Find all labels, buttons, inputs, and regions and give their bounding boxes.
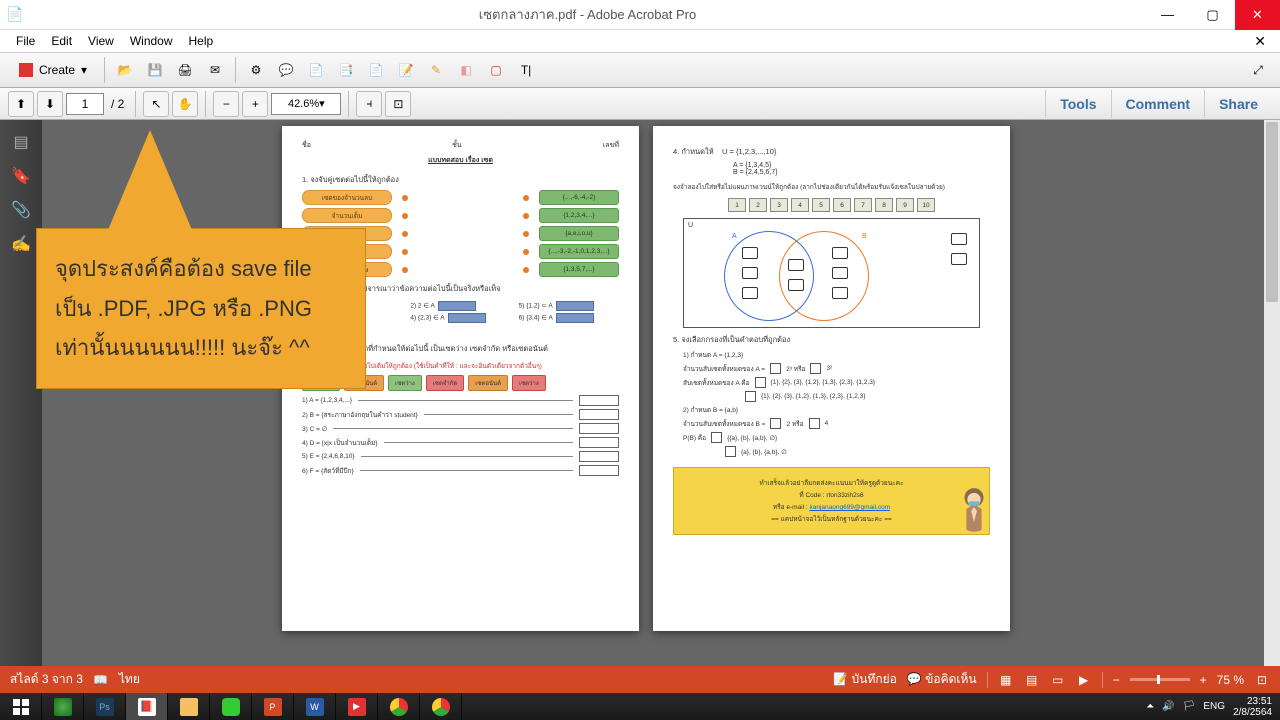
eraser-icon[interactable]: ◧ bbox=[452, 56, 480, 84]
tray-expand-icon[interactable]: ⏶ bbox=[1146, 701, 1154, 712]
signature-icon[interactable]: ✍ bbox=[11, 234, 31, 254]
tray-flag-icon[interactable]: 🏳 bbox=[1183, 701, 1196, 712]
acrobat-icon: 📄 bbox=[0, 0, 30, 30]
menu-view[interactable]: View bbox=[80, 32, 122, 50]
taskbar-photoshop-icon[interactable]: Ps bbox=[84, 693, 126, 720]
taskbar-line-icon[interactable] bbox=[210, 693, 252, 720]
hand-tool-icon[interactable]: ✋ bbox=[172, 91, 198, 117]
page-up-button[interactable]: ⬆ bbox=[8, 91, 34, 117]
pdf-page-2: 4. กำหนดให้ U = {1,2,3,...,10} A = {1,3,… bbox=[653, 126, 1010, 631]
menu-help[interactable]: Help bbox=[181, 32, 222, 50]
taskbar-chrome-icon-2[interactable] bbox=[420, 693, 462, 720]
expand-icon[interactable]: ⤢ bbox=[1244, 56, 1272, 84]
tray-lang[interactable]: ENG bbox=[1203, 701, 1225, 712]
tools-panel-link[interactable]: Tools bbox=[1045, 90, 1110, 118]
tool-icon-2[interactable]: 📑 bbox=[332, 56, 360, 84]
email-button[interactable]: ✉ bbox=[201, 56, 229, 84]
menu-file[interactable]: File bbox=[8, 32, 43, 50]
comment-tool-icon[interactable]: 💬 bbox=[272, 56, 300, 84]
dropdown-icon: ▾ bbox=[81, 63, 87, 77]
taskbar-explorer-icon[interactable] bbox=[168, 693, 210, 720]
document-area: ▤ 🔖 📎 ✍ ชื่อ ชั้น เลขที่ แบบทดสอบ เรื่อง… bbox=[0, 120, 1280, 666]
start-button[interactable] bbox=[0, 693, 42, 720]
page-down-button[interactable]: ⬇ bbox=[37, 91, 63, 117]
spell-icon[interactable]: 📖 bbox=[93, 672, 109, 688]
instruction-box: ทำเสร็จแล้วอย่าลืมกดส่งคะแนนมาให้ครูดูด้… bbox=[673, 467, 990, 535]
create-button[interactable]: Create ▾ bbox=[8, 56, 98, 84]
zoom-level-select[interactable]: 42.6% ▾ bbox=[271, 93, 341, 115]
view-slideshow-icon[interactable]: ▶ bbox=[1076, 672, 1092, 688]
tool-icon-1[interactable]: 📄 bbox=[302, 56, 330, 84]
zoom-percent[interactable]: 75 % bbox=[1217, 673, 1244, 687]
create-icon bbox=[19, 63, 33, 77]
tray-clock[interactable]: 23:51 2/8/2564 bbox=[1233, 696, 1272, 718]
taskbar-word-icon[interactable]: W bbox=[294, 693, 336, 720]
annotation-callout: จุดประสงค์คือต้อง save file เป็น .PDF, .… bbox=[36, 228, 366, 389]
fit-width-icon[interactable]: ⫞ bbox=[356, 91, 382, 117]
save-button[interactable]: 💾 bbox=[141, 56, 169, 84]
view-reading-icon[interactable]: ▭ bbox=[1050, 672, 1066, 688]
taskbar-acrobat-icon[interactable]: 📕 bbox=[126, 693, 168, 720]
powerpoint-status-bar: สไลด์ 3 จาก 3 📖 ไทย 📝 บันทึกย่อ 💬 ข้อคิด… bbox=[0, 666, 1280, 693]
vertical-scrollbar[interactable] bbox=[1264, 120, 1280, 666]
taskbar-youtube-icon[interactable]: ▶ bbox=[336, 693, 378, 720]
open-button[interactable]: 📂 bbox=[111, 56, 139, 84]
thumbnails-icon[interactable]: ▤ bbox=[11, 132, 31, 152]
tool-icon-3[interactable]: 📄 bbox=[362, 56, 390, 84]
fit-page-icon[interactable]: ⊡ bbox=[385, 91, 411, 117]
zoom-out-icon[interactable]: − bbox=[1113, 673, 1120, 687]
menu-bar: File Edit View Window Help ✕ bbox=[0, 30, 1280, 52]
toolbar: Create ▾ 📂 💾 🖨 ✉ ⚙ 💬 📄 📑 📄 📝 ✎ ◧ ▢ T| ⤢ bbox=[0, 52, 1280, 88]
tool-icon-4[interactable]: 📝 bbox=[392, 56, 420, 84]
text-tool-icon[interactable]: T| bbox=[512, 56, 540, 84]
taskbar-chrome-icon-1[interactable] bbox=[378, 693, 420, 720]
settings-icon[interactable]: ⚙ bbox=[242, 56, 270, 84]
close-button[interactable]: ✕ bbox=[1235, 0, 1280, 30]
page-number-input[interactable] bbox=[66, 93, 104, 115]
taskbar-powerpoint-icon[interactable]: P bbox=[252, 693, 294, 720]
pencil-icon[interactable]: ✎ bbox=[422, 56, 450, 84]
view-normal-icon[interactable]: ▦ bbox=[998, 672, 1014, 688]
tray-volume-icon[interactable]: 🔊 bbox=[1162, 701, 1174, 712]
notes-button[interactable]: 📝 บันทึกย่อ bbox=[833, 670, 897, 689]
create-label: Create bbox=[39, 63, 75, 77]
menubar-close-icon[interactable]: ✕ bbox=[1248, 33, 1272, 50]
bookmark-icon[interactable]: 🔖 bbox=[11, 166, 31, 186]
side-panel: ▤ 🔖 📎 ✍ bbox=[0, 120, 42, 666]
menu-edit[interactable]: Edit bbox=[43, 32, 80, 50]
page-total: / 2 bbox=[107, 97, 128, 111]
window-title: เซตกลางภาค.pdf - Adobe Acrobat Pro bbox=[30, 4, 1145, 25]
comments-button[interactable]: 💬 ข้อคิดเห็น bbox=[907, 670, 977, 689]
windows-taskbar: Ps 📕 P W ▶ ⏶ 🔊 🏳 ENG 23:51 2/8/2564 bbox=[0, 693, 1280, 720]
document-viewport[interactable]: ชื่อ ชั้น เลขที่ แบบทดสอบ เรื่อง เซต 1. … bbox=[42, 120, 1280, 666]
slide-counter[interactable]: สไลด์ 3 จาก 3 bbox=[10, 670, 83, 689]
zoom-in-icon[interactable]: + bbox=[1200, 673, 1207, 687]
taskbar-idm-icon[interactable] bbox=[42, 693, 84, 720]
worksheet-title: แบบทดสอบ เรื่อง เซต bbox=[302, 155, 619, 166]
view-sorter-icon[interactable]: ▤ bbox=[1024, 672, 1040, 688]
zoom-slider[interactable] bbox=[1130, 678, 1190, 681]
comment-panel-link[interactable]: Comment bbox=[1111, 90, 1205, 118]
title-bar: 📄 เซตกลางภาค.pdf - Adobe Acrobat Pro — ▢… bbox=[0, 0, 1280, 30]
zoom-out-button[interactable]: − bbox=[213, 91, 239, 117]
minimize-button[interactable]: — bbox=[1145, 0, 1190, 30]
lang-indicator[interactable]: ไทย bbox=[119, 670, 140, 689]
cartoon-icon bbox=[955, 484, 993, 534]
zoom-in-button[interactable]: + bbox=[242, 91, 268, 117]
crop-icon[interactable]: ▢ bbox=[482, 56, 510, 84]
select-tool-icon[interactable]: ↖ bbox=[143, 91, 169, 117]
nav-bar: ⬆ ⬇ / 2 ↖ ✋ − + 42.6% ▾ ⫞ ⊡ Tools Commen… bbox=[0, 88, 1280, 120]
menu-window[interactable]: Window bbox=[122, 32, 181, 50]
maximize-button[interactable]: ▢ bbox=[1190, 0, 1235, 30]
share-panel-link[interactable]: Share bbox=[1204, 90, 1272, 118]
venn-diagram: U A B bbox=[683, 218, 980, 328]
fit-window-icon[interactable]: ⊡ bbox=[1254, 672, 1270, 688]
attachment-icon[interactable]: 📎 bbox=[11, 200, 31, 220]
print-button[interactable]: 🖨 bbox=[171, 56, 199, 84]
callout-arrow bbox=[108, 130, 192, 230]
